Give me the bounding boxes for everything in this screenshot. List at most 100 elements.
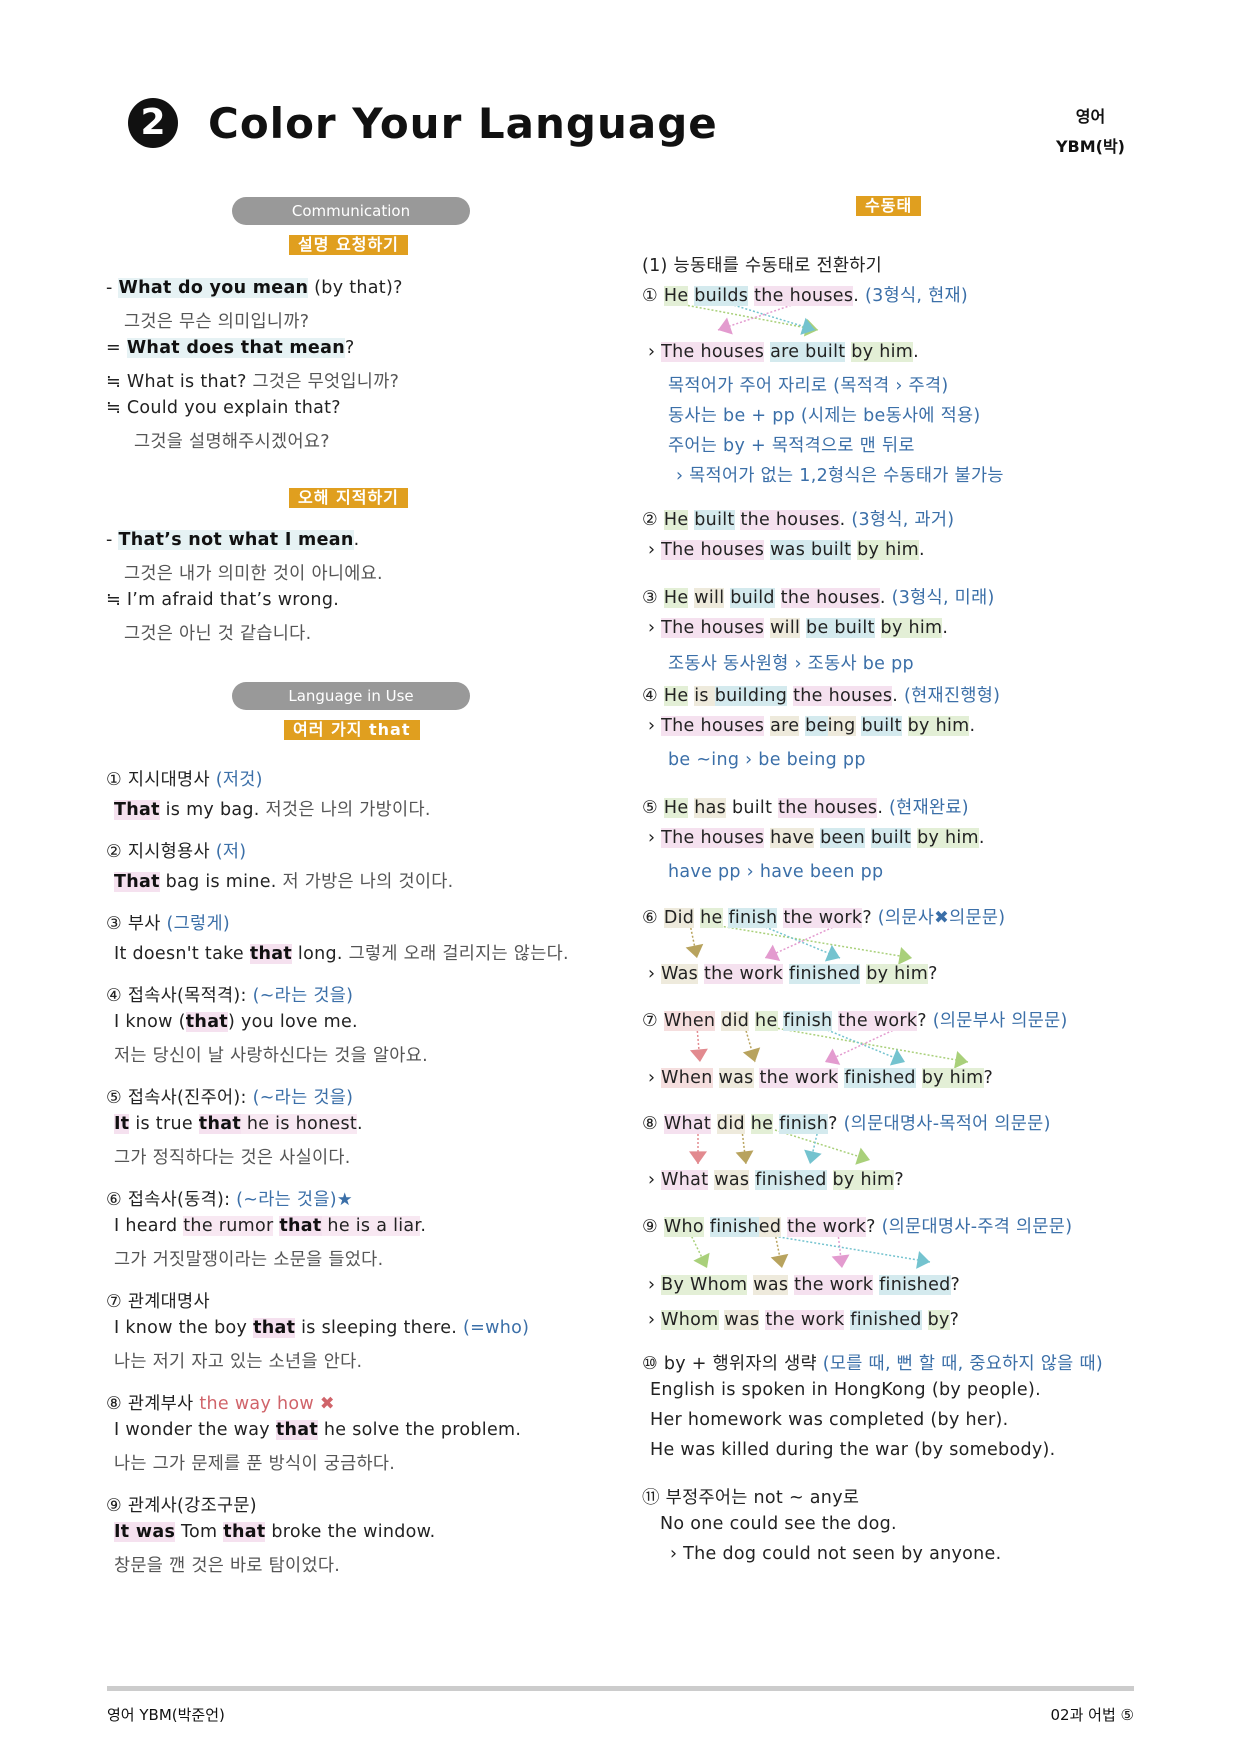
highlighted-word: The houses [661, 828, 765, 848]
highlighted-word: finished [844, 1068, 916, 1088]
phrase-rest: ? [344, 338, 355, 358]
word: . [969, 716, 976, 736]
arrow-head-icon [898, 947, 912, 965]
active-sentence: ⑤ He has built the houses. (현재완료) [642, 794, 969, 819]
word: long. [292, 944, 349, 964]
arrow-head-icon [804, 1149, 822, 1164]
section-tag-explain: 설명 요청하기 [289, 235, 408, 255]
usage-heading: ⑧ 관계부사 the way how ✖ [106, 1390, 335, 1415]
translation: 창문을 깬 것은 바로 탐이었다. [114, 1556, 341, 1576]
word: Tom [175, 1522, 224, 1542]
tag-label: 수동태 [856, 196, 922, 216]
word [865, 828, 871, 848]
footer-left: 영어 YBM(박준언) [107, 1706, 225, 1724]
highlighted-word: by him [917, 828, 979, 848]
word: ? [950, 1275, 961, 1295]
page-title: Color Your Language [208, 98, 718, 148]
arrow-marker: › [648, 964, 662, 984]
dash: - [106, 278, 119, 298]
phrase-line: = What does that mean? [106, 338, 355, 358]
example-sentence: I know the boy that is sleeping there. (… [114, 1318, 529, 1338]
key-phrase: What do you mean [118, 278, 309, 298]
word: . [978, 828, 985, 848]
word: I heard [114, 1216, 184, 1236]
highlighted-word: be [805, 716, 828, 736]
arrow-marker: › [648, 1068, 662, 1088]
arrow-head-icon [770, 1253, 789, 1268]
usage-label: 관계부사 [127, 1394, 194, 1414]
page-header: 2 Color Your Language [128, 98, 718, 148]
highlighted-word: by him [857, 540, 919, 560]
passive-sentence: › Whom was the work finished by? [648, 1310, 959, 1330]
arrow-head-icon [765, 944, 781, 961]
highlighted-word: finish [728, 908, 778, 928]
arrow-head-icon [954, 1050, 968, 1069]
highlighted-word: finish [779, 1114, 829, 1134]
word: . [892, 686, 905, 706]
grammar-note: (의문대명사-목적어 의문문) [843, 1114, 1051, 1134]
active-sentence: ⑧ What did he finish? (의문대명사-목적어 의문문) [642, 1110, 1051, 1135]
arrow-marker: › [648, 540, 662, 560]
arrow-marker: › [648, 716, 662, 736]
highlighted-word: will [770, 618, 801, 638]
highlighted-word: the houses [780, 588, 880, 608]
rule-heading: ⑩ by + 행위자의 생략 (모를 때, 뻔 할 때, 중요하지 않을 때) [642, 1350, 1103, 1375]
transform-arrow-line [757, 923, 841, 959]
arrow-head-icon [824, 944, 840, 962]
highlighted-word: was [753, 1275, 789, 1295]
grammar-note: › 목적어가 없는 1,2형식은 수동태가 불가능 [676, 466, 1004, 486]
example-sentence: I heard the rumor that he is a liar. [114, 1216, 426, 1236]
highlighted-word: the houses [740, 510, 840, 530]
highlighted-word: finished [850, 1310, 922, 1330]
item-number: ⑤ [106, 1088, 128, 1108]
highlighted-word: ing [827, 716, 856, 736]
dash: - [106, 530, 119, 550]
transform-arrow-line [809, 1129, 819, 1165]
passive-sentence: › When was the work finished by him? [648, 1068, 993, 1088]
arrow-head-icon [735, 1150, 754, 1164]
item-number: ⑨ [106, 1496, 128, 1516]
transform-arrow-line [729, 303, 816, 331]
highlighted-word: finished [879, 1275, 951, 1295]
item-number: ⑦ [642, 1011, 664, 1031]
phrase-line: - What do you mean (by that)? [106, 278, 403, 298]
phrase-line: ≒ What is that? 그것은 무엇입니까? [106, 368, 399, 393]
passive-sentence: › Was the work finished by him? [648, 964, 938, 984]
highlighted-word: he [750, 1114, 774, 1134]
arrow-head-icon [718, 317, 733, 335]
usage-label: 지시대명사 [127, 770, 210, 790]
highlighted-word: build [730, 588, 775, 608]
arrow-marker: › [648, 618, 662, 638]
item-number: ④ [106, 986, 128, 1006]
section-title: (1) 능동태를 수동태로 전환하기 [642, 256, 883, 276]
item-number: ⑧ [642, 1114, 664, 1134]
highlighted-word: built [861, 716, 902, 736]
transform-arrow-line [824, 1026, 901, 1063]
word [745, 1114, 751, 1134]
translation: 그것을 설명해주시겠어요? [134, 432, 330, 452]
translation: 그가 거짓말쟁이라는 소문을 들었다. [114, 1250, 384, 1270]
usage-note: (~라는 것을) [246, 1088, 354, 1108]
highlighted-word: by him [921, 1068, 984, 1088]
highlighted-word: That [114, 872, 160, 892]
highlighted-word: finished [755, 1170, 827, 1190]
highlighted-word: Did [663, 908, 695, 928]
word [916, 1068, 922, 1088]
word: . [357, 1114, 363, 1134]
word [775, 588, 781, 608]
word: bag is mine. [159, 872, 283, 892]
highlighted-word: that [223, 1522, 266, 1542]
phrase-text: I’m afraid that’s wrong. [126, 590, 340, 610]
highlighted-word: built [694, 510, 735, 530]
highlighted-word: been [820, 828, 866, 848]
translation: 저 가방은 나의 것이다. [282, 872, 454, 892]
footer-divider [107, 1686, 1134, 1691]
example-note: (=who) [463, 1318, 530, 1338]
highlighted-word: Whom [661, 1310, 719, 1330]
highlighted-word: was [724, 1310, 760, 1330]
highlighted-word: are built [770, 342, 846, 362]
passive-sentence: › The houses was built by him. [648, 540, 925, 560]
active-sentence: ⑨ Who finished the work? (의문대명사-주격 의문문) [642, 1213, 1072, 1238]
item-number: ⑨ [642, 1217, 664, 1237]
highlighted-word: What [661, 1170, 709, 1190]
